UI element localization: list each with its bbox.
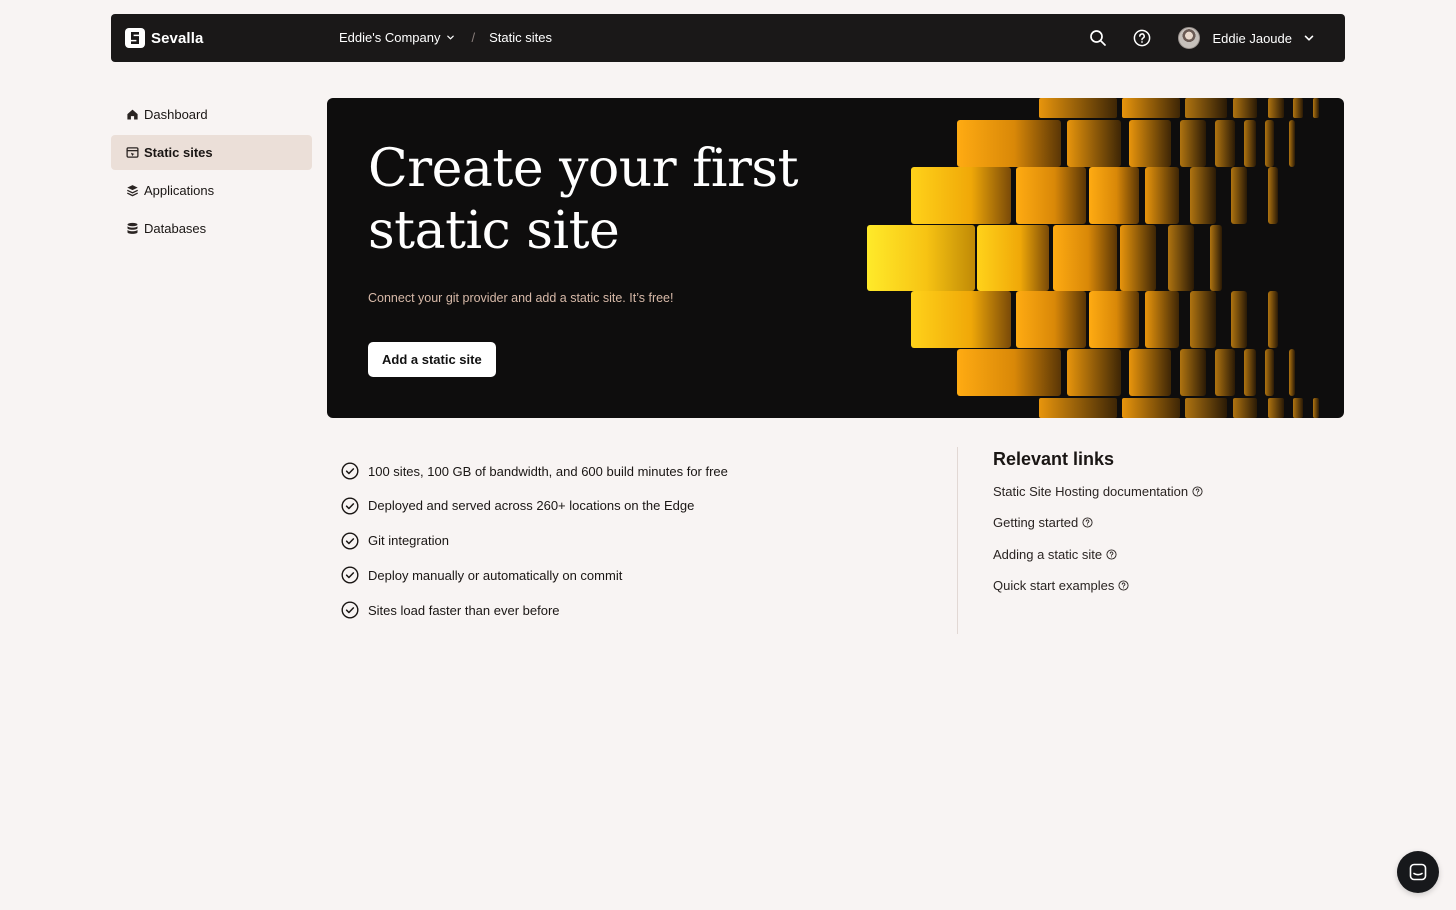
- add-static-site-button[interactable]: Add a static site: [368, 342, 496, 377]
- section-divider: [957, 447, 958, 634]
- brand-name: Sevalla: [151, 29, 204, 47]
- relevant-links: Relevant links Static Site Hosting docum…: [993, 449, 1203, 608]
- sidebar-item-databases[interactable]: Databases: [111, 211, 312, 246]
- chat-icon: [1409, 863, 1427, 881]
- sidebar: Dashboard Static sites Applications Data…: [111, 97, 312, 249]
- link-label: Getting started: [993, 515, 1079, 531]
- brand[interactable]: Sevalla: [125, 28, 203, 48]
- layers-icon: [127, 185, 138, 197]
- feature-text: Deploy manually or automatically on comm…: [368, 567, 623, 583]
- hero-title: Create your first static site: [368, 139, 799, 261]
- breadcrumb-current[interactable]: Static sites: [489, 30, 552, 45]
- help-circle-icon: [1106, 549, 1117, 560]
- check-circle-icon: [341, 566, 359, 584]
- sidebar-item-label: Dashboard: [144, 107, 208, 122]
- sevalla-logo-icon: [125, 28, 145, 48]
- user-menu[interactable]: Eddie Jaoude: [1178, 27, 1315, 49]
- static-site-icon: [126, 147, 139, 158]
- feature-list: 100 sites, 100 GB of bandwidth, and 600 …: [341, 462, 728, 636]
- feature-text: 100 sites, 100 GB of bandwidth, and 600 …: [368, 463, 728, 479]
- help-circle-icon: [1192, 486, 1203, 497]
- link-label: Adding a static site: [993, 546, 1103, 562]
- company-name: Eddie's Company: [339, 30, 441, 45]
- feature-text: Sites load faster than ever before: [368, 602, 560, 618]
- list-item: Deploy manually or automatically on comm…: [341, 566, 728, 584]
- link-quick-start-examples[interactable]: Quick start examples: [993, 577, 1203, 594]
- hero-subtitle: Connect your git provider and add a stat…: [368, 291, 674, 305]
- database-icon: [127, 222, 138, 234]
- breadcrumb: Eddie's Company / Static sites: [339, 30, 552, 45]
- chat-launcher-button[interactable]: [1397, 851, 1439, 893]
- chevron-down-icon: [1303, 32, 1315, 44]
- link-static-site-hosting-docs[interactable]: Static Site Hosting documentation: [993, 483, 1203, 500]
- avatar: [1178, 27, 1201, 49]
- check-circle-icon: [341, 462, 359, 480]
- list-item: Sites load faster than ever before: [341, 601, 728, 619]
- check-circle-icon: [341, 497, 359, 515]
- sidebar-item-dashboard[interactable]: Dashboard: [111, 97, 312, 132]
- sidebar-item-label: Applications: [144, 183, 215, 198]
- chevron-down-icon: [447, 35, 455, 40]
- check-circle-icon: [341, 601, 359, 619]
- breadcrumb-separator: /: [471, 30, 476, 45]
- hero-banner: Create your first static site Connect yo…: [327, 98, 1344, 418]
- feature-text: Deployed and served across 260+ location…: [368, 498, 695, 514]
- list-item: 100 sites, 100 GB of bandwidth, and 600 …: [341, 462, 728, 480]
- user-name: Eddie Jaoude: [1212, 30, 1292, 46]
- help-circle-icon: [1134, 29, 1151, 47]
- sidebar-item-label: Databases: [144, 221, 207, 236]
- help-button[interactable]: [1130, 26, 1154, 50]
- company-switcher[interactable]: Eddie's Company: [339, 30, 455, 45]
- feature-text: Git integration: [368, 533, 449, 549]
- sidebar-item-applications[interactable]: Applications: [111, 173, 312, 208]
- relevant-links-title: Relevant links: [993, 449, 1115, 469]
- link-adding-a-static-site[interactable]: Adding a static site: [993, 546, 1203, 563]
- help-circle-icon: [1082, 517, 1093, 528]
- top-actions: Eddie Jaoude: [1086, 26, 1315, 50]
- search-icon: [1090, 30, 1107, 46]
- home-icon: [127, 109, 138, 120]
- sidebar-item-label: Static sites: [144, 145, 213, 160]
- search-button[interactable]: [1086, 26, 1110, 50]
- check-circle-icon: [341, 532, 359, 550]
- hero-illustration: [867, 98, 1319, 418]
- list-item: Deployed and served across 260+ location…: [341, 497, 728, 515]
- link-label: Quick start examples: [993, 577, 1115, 593]
- list-item: Git integration: [341, 532, 728, 550]
- link-label: Static Site Hosting documentation: [993, 484, 1189, 499]
- top-bar: Sevalla Eddie's Company / Static sites E…: [111, 14, 1345, 62]
- link-getting-started[interactable]: Getting started: [993, 514, 1203, 531]
- help-circle-icon: [1118, 580, 1129, 591]
- sidebar-item-static-sites[interactable]: Static sites: [111, 135, 312, 170]
